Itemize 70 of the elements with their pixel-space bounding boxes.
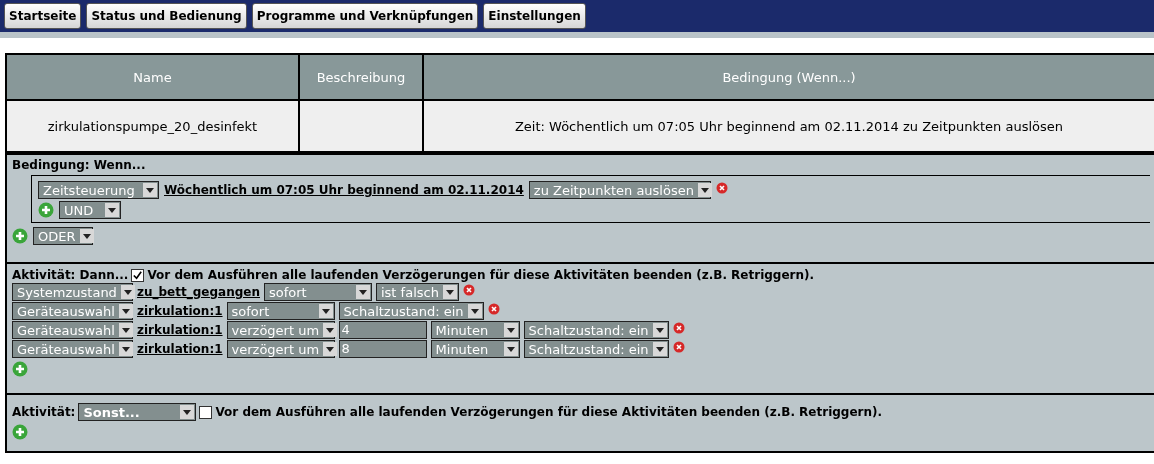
input-field[interactable]: 8 xyxy=(338,340,427,358)
dropdown[interactable]: sofort xyxy=(263,283,372,301)
add-icon[interactable] xyxy=(12,361,28,377)
input-field[interactable]: 4 xyxy=(338,321,427,339)
checkbox-label: Vor dem Ausführen alle laufenden Verzögerungen für diese Aktivitäten beenden (z.B. Retriggern). xyxy=(215,405,883,419)
caret-icon xyxy=(318,304,333,318)
device-link[interactable]: zirkulation:1 xyxy=(137,323,223,337)
nav-button[interactable]: Startseite xyxy=(4,3,82,29)
caret-icon xyxy=(120,285,135,299)
device-link[interactable]: zu_bett_gegangen xyxy=(137,285,260,299)
delete-icon[interactable] xyxy=(672,341,685,353)
caret-icon xyxy=(105,203,119,217)
checkbox-label: Vor dem Ausführen alle laufenden Verzögerungen für diese Aktivitäten beenden (z.B. Retriggern). xyxy=(147,268,815,282)
caret-icon xyxy=(323,342,338,356)
caret-icon xyxy=(180,405,195,419)
dropdown[interactable]: verzögert um xyxy=(226,340,335,358)
delete-icon[interactable] xyxy=(715,182,728,194)
section-title: Bedingung: Wenn... xyxy=(12,158,147,172)
caret-icon xyxy=(79,229,94,243)
caret-icon xyxy=(697,183,712,197)
add-icon[interactable] xyxy=(12,424,28,440)
checkbox[interactable] xyxy=(199,405,213,419)
dropdown[interactable]: zu Zeitpunkten auslösen xyxy=(528,181,711,199)
caret-icon xyxy=(118,342,133,356)
dropdown[interactable]: ist falsch xyxy=(375,283,459,301)
dropdown[interactable]: Geräteauswahl xyxy=(12,340,133,358)
dropdown[interactable]: Zeitsteuerung xyxy=(38,181,159,199)
column-header: Beschreibung xyxy=(300,55,424,99)
column-header: Bedingung (Wenn...) xyxy=(721,68,857,87)
dropdown[interactable]: Schaltzustand: ein xyxy=(338,302,484,320)
dropdown[interactable]: sofort xyxy=(226,302,335,320)
nav-button[interactable]: Status und Bedienung xyxy=(86,3,247,29)
caret-icon xyxy=(652,342,667,356)
dropdown[interactable]: Geräteauswahl xyxy=(12,302,133,320)
dropdown[interactable]: Sonst... xyxy=(78,403,197,421)
dropdown[interactable]: ODER xyxy=(33,227,93,245)
caret-icon xyxy=(355,285,370,299)
section-title: Aktivität: Dann... xyxy=(12,268,129,282)
table-cell: zirkulationspumpe_20_desinfekt xyxy=(7,101,300,151)
caret-icon xyxy=(652,323,667,337)
caret-icon xyxy=(467,304,482,318)
dropdown[interactable]: Schaltzustand: ein xyxy=(523,321,669,339)
dropdown[interactable]: verzögert um xyxy=(226,321,335,339)
dropdown[interactable]: Schaltzustand: ein xyxy=(523,340,669,358)
delete-icon[interactable] xyxy=(487,303,500,315)
dropdown[interactable]: Systemzustand xyxy=(12,283,133,301)
add-icon[interactable] xyxy=(38,202,54,218)
dropdown[interactable]: Geräteauswahl xyxy=(12,321,133,339)
delete-icon[interactable] xyxy=(672,322,685,334)
caret-icon xyxy=(143,183,157,197)
device-link[interactable]: zirkulation:1 xyxy=(137,342,223,356)
delete-icon[interactable] xyxy=(462,284,475,296)
condition-link[interactable]: Wöchentlich um 07:05 Uhr beginnend am 02.11.2014 xyxy=(164,183,524,197)
caret-icon xyxy=(118,304,133,318)
caret-icon xyxy=(503,323,518,337)
device-link[interactable]: zirkulation:1 xyxy=(137,304,223,318)
dropdown[interactable]: UND xyxy=(59,201,121,219)
table-cell-text: Zeit: Wöchentlich um 07:05 Uhr beginnend am 02.11.2014 zu Zeitpunkten auslösen xyxy=(513,117,1065,136)
dropdown[interactable]: Minuten xyxy=(430,321,520,339)
checkbox[interactable] xyxy=(131,268,145,282)
add-icon[interactable] xyxy=(12,228,28,244)
caret-icon xyxy=(118,323,133,337)
caret-icon xyxy=(442,285,457,299)
section-title: Aktivität: xyxy=(12,405,76,419)
nav-button[interactable]: Programme und Verknüpfungen xyxy=(251,3,479,29)
nav-button[interactable]: Einstellungen xyxy=(483,3,586,29)
column-header: Name xyxy=(7,55,300,99)
caret-icon xyxy=(323,323,338,337)
dropdown[interactable]: Minuten xyxy=(430,340,520,358)
caret-icon xyxy=(503,342,518,356)
